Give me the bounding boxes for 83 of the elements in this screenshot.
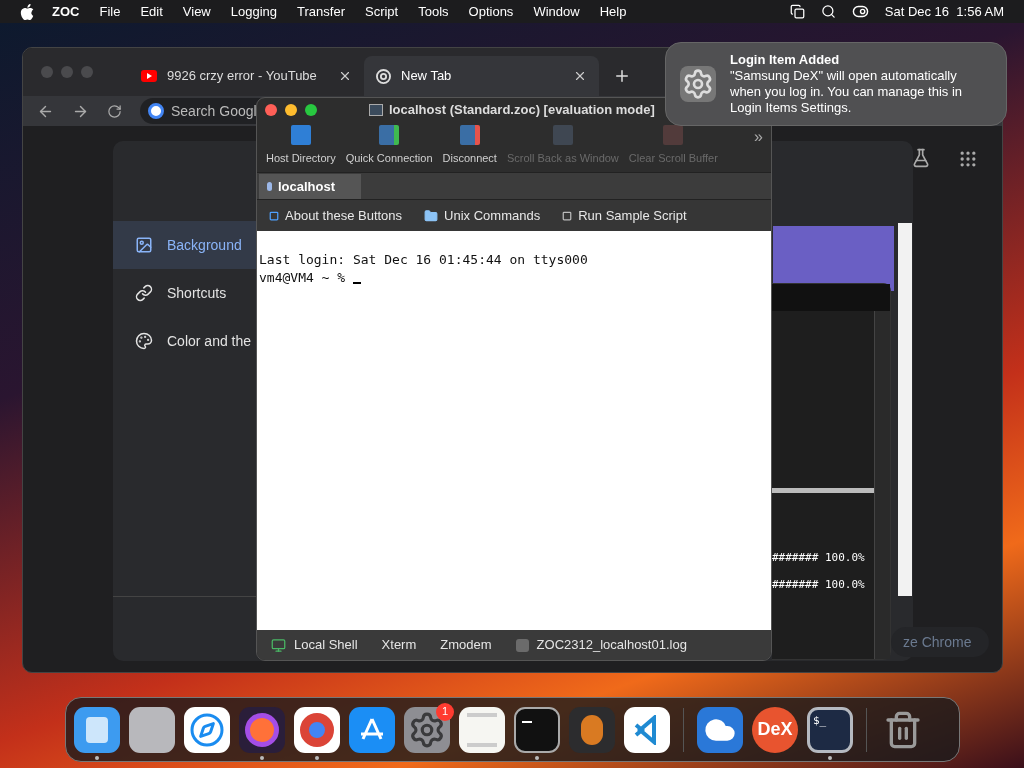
google-logo-icon bbox=[148, 103, 164, 119]
address-placeholder: Search Googl bbox=[171, 101, 257, 121]
browser-tab[interactable]: 9926 crzy error - YouTube bbox=[129, 56, 364, 96]
new-tab-icon[interactable] bbox=[613, 67, 631, 85]
user-button[interactable]: Run Sample Script bbox=[562, 205, 687, 226]
address-book-icon bbox=[290, 125, 311, 145]
menu-item[interactable]: Logging bbox=[230, 1, 278, 22]
menu-item[interactable]: View bbox=[182, 1, 211, 22]
sidebar-item[interactable]: Shortcuts bbox=[113, 269, 256, 317]
customize-button[interactable]: ze Chrome bbox=[891, 627, 990, 657]
cloud-icon[interactable] bbox=[697, 706, 743, 753]
gear-icon[interactable] bbox=[404, 706, 450, 753]
menu-item[interactable]: Transfer bbox=[297, 1, 345, 22]
toolbar-button[interactable]: Quick Connection bbox=[340, 125, 438, 167]
sidebar-item[interactable]: Background bbox=[113, 221, 256, 269]
tab-title: 9926 crzy error - YouTube bbox=[167, 67, 317, 86]
folder-icon bbox=[424, 208, 439, 223]
dex-app-icon[interactable]: DeX bbox=[752, 706, 798, 753]
square-icon bbox=[562, 210, 573, 221]
screen-mirroring-icon[interactable] bbox=[789, 4, 805, 19]
code-editor-icon[interactable] bbox=[624, 706, 670, 753]
menu-item[interactable]: Tools bbox=[418, 1, 449, 22]
image-icon bbox=[135, 236, 153, 254]
terminal-play-icon bbox=[379, 125, 400, 145]
notification-banner[interactable]: Login Item Added "Samsung DeX" will open automatically when you log in. You can manage this in Login Items Settings. bbox=[665, 42, 1007, 126]
window-stack-icon bbox=[552, 125, 573, 145]
control-center-icon[interactable] bbox=[851, 3, 869, 20]
status-item[interactable]: Xterm bbox=[381, 635, 417, 655]
notepad-icon[interactable] bbox=[459, 706, 505, 753]
tab-title: New Tab bbox=[401, 67, 452, 86]
menu-item[interactable]: Options bbox=[468, 1, 514, 22]
sidebar-item[interactable]: Color and the bbox=[113, 317, 256, 365]
status-item[interactable]: Local Shell bbox=[294, 635, 358, 655]
status-item[interactable]: Zmodem bbox=[440, 635, 492, 655]
reload-icon[interactable] bbox=[107, 103, 122, 119]
menu-item[interactable]: Script bbox=[364, 1, 399, 22]
notification-title: Login Item Added bbox=[730, 52, 841, 68]
app-store-icon[interactable] bbox=[349, 706, 395, 753]
apple-logo-icon[interactable] bbox=[20, 3, 34, 20]
video-play-icon bbox=[141, 70, 157, 82]
close-icon[interactable] bbox=[338, 69, 352, 83]
menu-item[interactable]: Help bbox=[599, 1, 627, 22]
window-title: localhost (Standard.zoc) [evaluation mode] bbox=[389, 101, 655, 120]
terminal-icon[interactable] bbox=[514, 706, 560, 753]
flask-icon[interactable] bbox=[911, 148, 931, 168]
user-button[interactable]: Unix Commands bbox=[424, 205, 541, 226]
gear-icon bbox=[680, 66, 716, 102]
app-menu[interactable]: ZOC bbox=[52, 1, 80, 22]
monitor-icon bbox=[271, 637, 286, 653]
status-item[interactable]: ZOC2312_localhost01.log bbox=[536, 635, 687, 655]
browser-tab[interactable]: New Tab bbox=[364, 56, 599, 96]
user-button[interactable]: About these Buttons bbox=[269, 205, 403, 226]
toolbar-button[interactable]: Disconnect bbox=[437, 125, 502, 167]
cross-document-icon bbox=[663, 125, 684, 145]
terminal-icon bbox=[369, 104, 383, 116]
toolbar-button[interactable]: Host Directory bbox=[261, 125, 341, 167]
close-icon[interactable] bbox=[573, 69, 587, 83]
terminal-stop-icon bbox=[459, 125, 480, 145]
notification-badge: 1 bbox=[436, 702, 454, 721]
compass-icon[interactable] bbox=[184, 706, 230, 753]
scrollbar[interactable] bbox=[898, 223, 912, 596]
session-tab[interactable]: localhost bbox=[259, 174, 361, 199]
terminal-line: ####### 100.0% bbox=[772, 550, 865, 566]
app-grid-icon[interactable] bbox=[129, 706, 175, 753]
square-icon bbox=[269, 210, 279, 221]
menu-bar-clock[interactable]: Sat Dec 16 1:56 AM bbox=[884, 1, 1004, 22]
text-cursor bbox=[352, 282, 361, 284]
scrollbar[interactable] bbox=[874, 311, 890, 659]
apps-grid-icon[interactable] bbox=[958, 149, 978, 169]
toolbar-overflow[interactable]: » bbox=[754, 125, 763, 149]
checkbox-icon[interactable] bbox=[515, 638, 529, 652]
menu-item[interactable]: File bbox=[99, 1, 121, 22]
link-icon bbox=[135, 284, 153, 302]
terminal-screen-icon[interactable]: $_ bbox=[807, 706, 853, 753]
terminal-line: ####### 100.0% bbox=[772, 576, 865, 593]
notification-body: "Samsung DeX" will open automatically when you log in. You can manage this in Login Items Settings. bbox=[730, 68, 963, 116]
terminal-screen[interactable]: Last login: Sat Dec 16 01:45:44 on ttys000 vm4@VM4 ~ % bbox=[257, 231, 771, 630]
menu-item[interactable]: Window bbox=[533, 1, 580, 22]
palette-icon bbox=[135, 332, 153, 350]
terminal-line: Last login: Sat Dec 16 01:45:44 on ttys000 bbox=[259, 251, 588, 269]
menu-item[interactable]: Edit bbox=[140, 1, 163, 22]
search-icon[interactable] bbox=[820, 4, 836, 19]
terminal-line: vm4@VM4 ~ % bbox=[259, 269, 347, 287]
